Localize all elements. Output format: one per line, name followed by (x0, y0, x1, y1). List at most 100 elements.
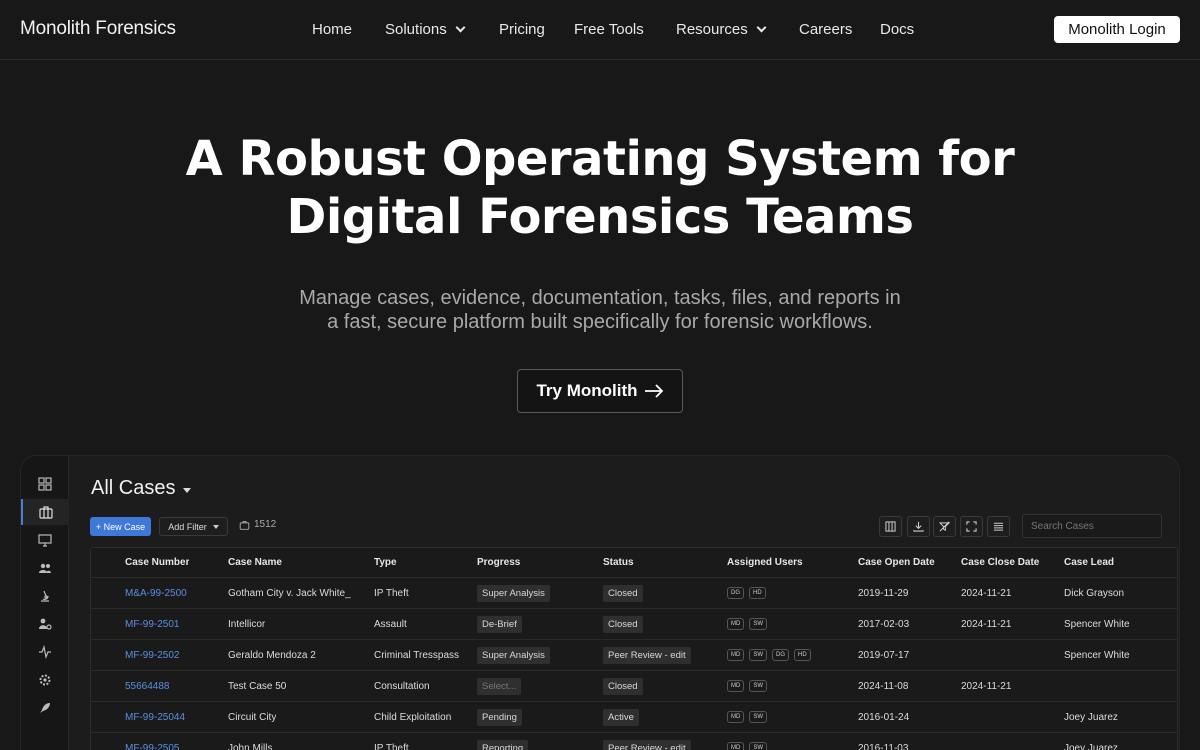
gear-icon[interactable] (21, 667, 69, 693)
caret-down-icon (212, 524, 219, 529)
nav-link-home[interactable]: Home (312, 21, 352, 38)
status-select-cell: Closed (603, 671, 643, 701)
case-close-date-cell: 2024-11-21 (961, 609, 1011, 639)
brand-logo[interactable]: Monolith Forensics (20, 18, 176, 40)
rocket-icon[interactable] (21, 695, 69, 721)
user-initials-badge[interactable]: SW (749, 711, 768, 723)
case-open-date: 2019-11-29 (858, 587, 909, 599)
user-initials-badge[interactable]: SW (749, 649, 768, 661)
search-cases-input[interactable] (1022, 514, 1162, 538)
grid-icon[interactable] (21, 471, 69, 497)
column-header[interactable]: Type (374, 548, 397, 577)
user-initials-badge[interactable]: HD (749, 587, 766, 599)
status-select-cell: Closed (603, 609, 643, 639)
status-select[interactable]: Peer Review - edit (603, 646, 691, 664)
table-row[interactable]: MF-99-2501 Intellicor Assault De-Brief Close… (91, 609, 1177, 640)
case-lead: Dick Grayson (1064, 587, 1125, 599)
user-initials-badge[interactable]: MD (727, 680, 745, 692)
progress-select[interactable]: De-Brief (477, 615, 522, 633)
column-header[interactable]: Case Lead (1064, 548, 1114, 577)
user-initials-badge[interactable]: MD (727, 618, 745, 630)
briefcase-icon[interactable] (21, 499, 69, 525)
new-case-button[interactable]: + New Case (90, 517, 151, 536)
case-number-link[interactable]: M&A-99-2500 (125, 588, 187, 599)
user-initials-badge[interactable]: DG (772, 649, 790, 661)
case-type-cell: Criminal Tresspass (374, 640, 459, 670)
monitor-icon[interactable] (21, 527, 69, 553)
table-row[interactable]: MF-99-2505 John Mills IP Theft Reporting Pee… (91, 733, 1177, 750)
table-row[interactable]: MF-99-25044 Circuit City Child Exploitatio… (91, 702, 1177, 733)
case-number-link-cell: M&A-99-2500 (125, 578, 187, 608)
arrow-right-icon (644, 384, 663, 398)
filter-off-icon[interactable] (933, 516, 956, 537)
status-select[interactable]: Peer Review - edit (603, 739, 691, 750)
fullscreen-icon[interactable] (960, 516, 983, 537)
progress-select[interactable]: Select... (477, 677, 522, 695)
login-button[interactable]: Monolith Login (1054, 16, 1180, 43)
columns-icon[interactable] (879, 516, 902, 537)
user-initials-badge[interactable]: HD (794, 649, 811, 661)
case-count: 1512 (239, 519, 276, 530)
case-lead-cell: Spencer White (1064, 640, 1130, 670)
case-lead: Spencer White (1064, 649, 1130, 661)
column-header[interactable]: Case Close Date (961, 548, 1039, 577)
progress-select[interactable]: Reporting (477, 739, 529, 750)
users-icon[interactable] (21, 555, 69, 581)
user-settings-icon[interactable] (21, 611, 69, 637)
case-number-link[interactable]: MF-99-2501 (125, 619, 179, 630)
progress-select[interactable]: Super Analysis (477, 646, 550, 664)
add-filter-button[interactable]: Add Filter (159, 517, 228, 536)
case-type: IP Theft (374, 742, 409, 750)
nav-link-docs[interactable]: Docs (880, 21, 914, 38)
status-select-cell: Closed (603, 578, 643, 608)
cta-label: Try Monolith (536, 381, 638, 400)
case-number-link[interactable]: MF-99-25044 (125, 712, 185, 723)
case-number-link[interactable]: MF-99-2505 (125, 743, 179, 750)
microscope-icon[interactable] (21, 583, 69, 609)
user-initials-badge[interactable]: SW (749, 680, 768, 692)
progress-select[interactable]: Super Analysis (477, 584, 550, 602)
case-name: John Mills (228, 742, 273, 750)
activity-icon[interactable] (21, 639, 69, 665)
column-header[interactable]: Progress (477, 548, 520, 577)
view-selector[interactable]: All Cases (91, 477, 192, 500)
case-open-date-cell: 2017-02-03 (858, 609, 909, 639)
column-header[interactable]: Case Number (125, 548, 189, 577)
column-header[interactable]: Assigned Users (727, 548, 803, 577)
table-row[interactable]: M&A-99-2500 Gotham City v. Jack White_ IP … (91, 578, 1177, 609)
case-number-link[interactable]: MF-99-2502 (125, 650, 179, 661)
try-monolith-button[interactable]: Try Monolith (517, 369, 683, 413)
nav-link-careers[interactable]: Careers (799, 21, 852, 38)
status-select[interactable]: Closed (603, 677, 643, 695)
nav-link-label: Solutions (385, 21, 447, 38)
user-initials-badge[interactable]: DG (727, 587, 744, 599)
status-select[interactable]: Closed (603, 615, 643, 633)
case-name: Circuit City (228, 711, 277, 723)
table-row[interactable]: 55664488 Test Case 50 Consultation Select..… (91, 671, 1177, 702)
case-number-link[interactable]: 55664488 (125, 681, 170, 692)
user-initials-badge[interactable]: MD (727, 649, 745, 661)
nav-link-solutions[interactable]: Solutions (385, 21, 466, 38)
column-header[interactable]: Case Name (228, 548, 282, 577)
user-initials-badge[interactable]: SW (749, 742, 768, 750)
nav-link-free-tools[interactable]: Free Tools (574, 21, 644, 38)
status-select[interactable]: Active (603, 708, 639, 726)
user-initials-badge[interactable]: SW (749, 618, 768, 630)
user-initials-badge[interactable]: MD (727, 711, 745, 723)
table-row[interactable]: MF-99-2502 Geraldo Mendoza 2 Criminal Tres… (91, 640, 1177, 671)
nav-link-resources[interactable]: Resources (676, 21, 767, 38)
case-close-date-cell: 2024-11-21 (961, 671, 1011, 701)
column-header[interactable]: Status (603, 548, 634, 577)
case-type-cell: IP Theft (374, 578, 409, 608)
column-header[interactable]: Case Open Date (858, 548, 935, 577)
download-icon[interactable] (907, 516, 930, 537)
case-name: Geraldo Mendoza 2 (228, 649, 316, 661)
list-icon[interactable] (987, 516, 1010, 537)
nav-link-pricing[interactable]: Pricing (499, 21, 545, 38)
status-select[interactable]: Closed (603, 584, 643, 602)
progress-select[interactable]: Pending (477, 708, 522, 726)
case-open-date-cell: 2019-07-17 (858, 640, 909, 670)
user-initials-badge[interactable]: MD (727, 742, 745, 750)
nav-link-label: Free Tools (574, 21, 644, 38)
case-type: Criminal Tresspass (374, 649, 460, 661)
